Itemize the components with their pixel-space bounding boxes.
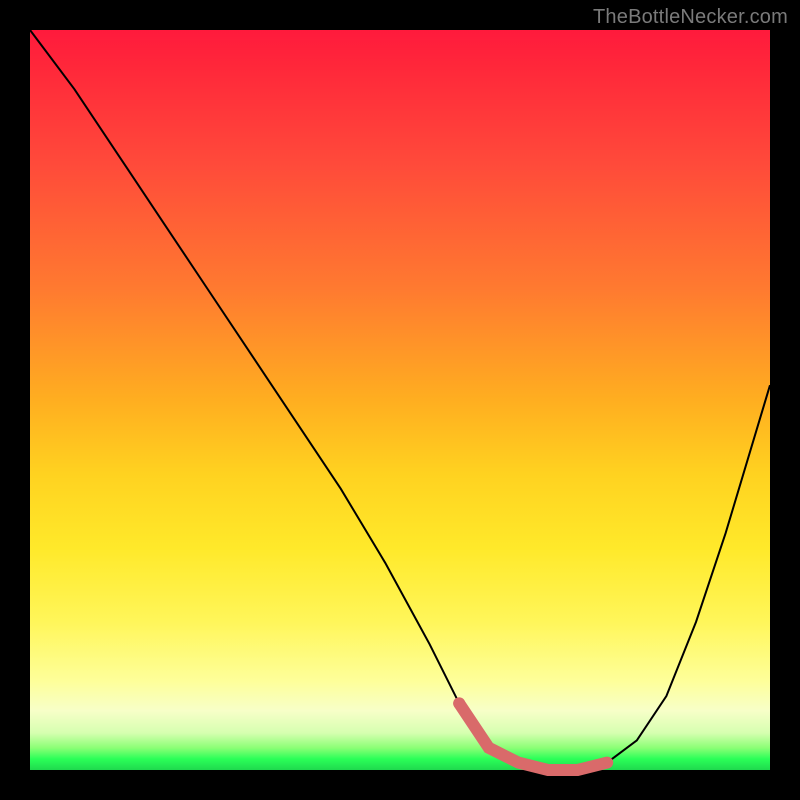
bottleneck-curve bbox=[30, 30, 770, 770]
curve-svg bbox=[30, 30, 770, 770]
chart-frame: TheBottleNecker.com bbox=[0, 0, 800, 800]
marker-dot bbox=[453, 697, 465, 709]
marker-stroke bbox=[459, 703, 607, 770]
watermark-text: TheBottleNecker.com bbox=[593, 6, 788, 29]
highlight-markers bbox=[453, 697, 607, 770]
plot-area bbox=[30, 30, 770, 770]
